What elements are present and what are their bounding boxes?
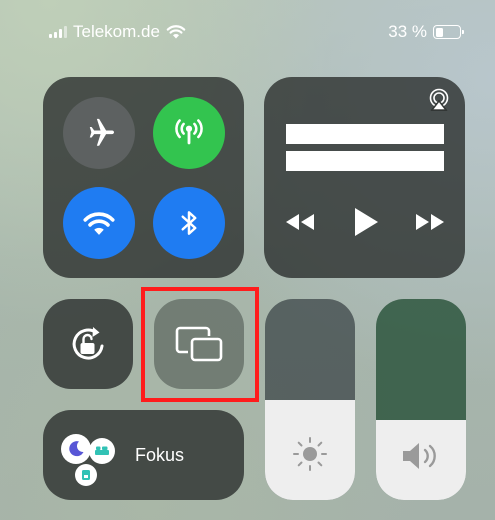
airplane-icon: [89, 118, 115, 146]
brightness-slider[interactable]: [265, 299, 355, 500]
volume-slider[interactable]: [376, 299, 466, 500]
fast-forward-button[interactable]: [412, 207, 448, 237]
highlight-box: [141, 287, 259, 402]
bed-icon: [89, 438, 115, 464]
battery-icon: [433, 25, 464, 39]
speaker-icon: [376, 438, 466, 474]
focus-label: Fokus: [135, 444, 185, 465]
connectivity-module: [43, 77, 244, 278]
airplane-mode-toggle[interactable]: [63, 97, 135, 169]
track-artist-placeholder: [286, 151, 444, 171]
play-icon: [355, 208, 378, 236]
bluetooth-icon: [181, 211, 197, 235]
focus-mode-icons: [57, 420, 127, 490]
rewind-icon: [286, 214, 314, 230]
wifi-toggle[interactable]: [63, 187, 135, 259]
airplay-audio-icon[interactable]: [427, 88, 451, 112]
rewind-button[interactable]: [282, 207, 318, 237]
bluetooth-toggle[interactable]: [153, 187, 225, 259]
rotation-lock-icon: [72, 327, 104, 360]
now-playing-module[interactable]: [264, 77, 465, 278]
focus-button[interactable]: Fokus: [43, 410, 244, 500]
wifi-icon: [83, 212, 115, 235]
antenna-icon: [175, 119, 203, 145]
signal-icon: [49, 26, 67, 38]
wifi-status-icon: [166, 25, 186, 39]
status-bar-left: Telekom.de: [49, 22, 186, 42]
battery-percent: 33 %: [388, 22, 427, 41]
badge-icon: [75, 464, 97, 486]
cellular-data-toggle[interactable]: [153, 97, 225, 169]
orientation-lock-button[interactable]: [43, 299, 133, 389]
fast-forward-icon: [416, 214, 444, 230]
sun-icon: [265, 434, 355, 474]
status-bar-right: 33 %: [388, 22, 464, 42]
track-title-placeholder: [286, 124, 444, 144]
carrier-label: Telekom.de: [73, 22, 160, 41]
play-button[interactable]: [348, 204, 384, 240]
moon-icon: [61, 434, 91, 464]
